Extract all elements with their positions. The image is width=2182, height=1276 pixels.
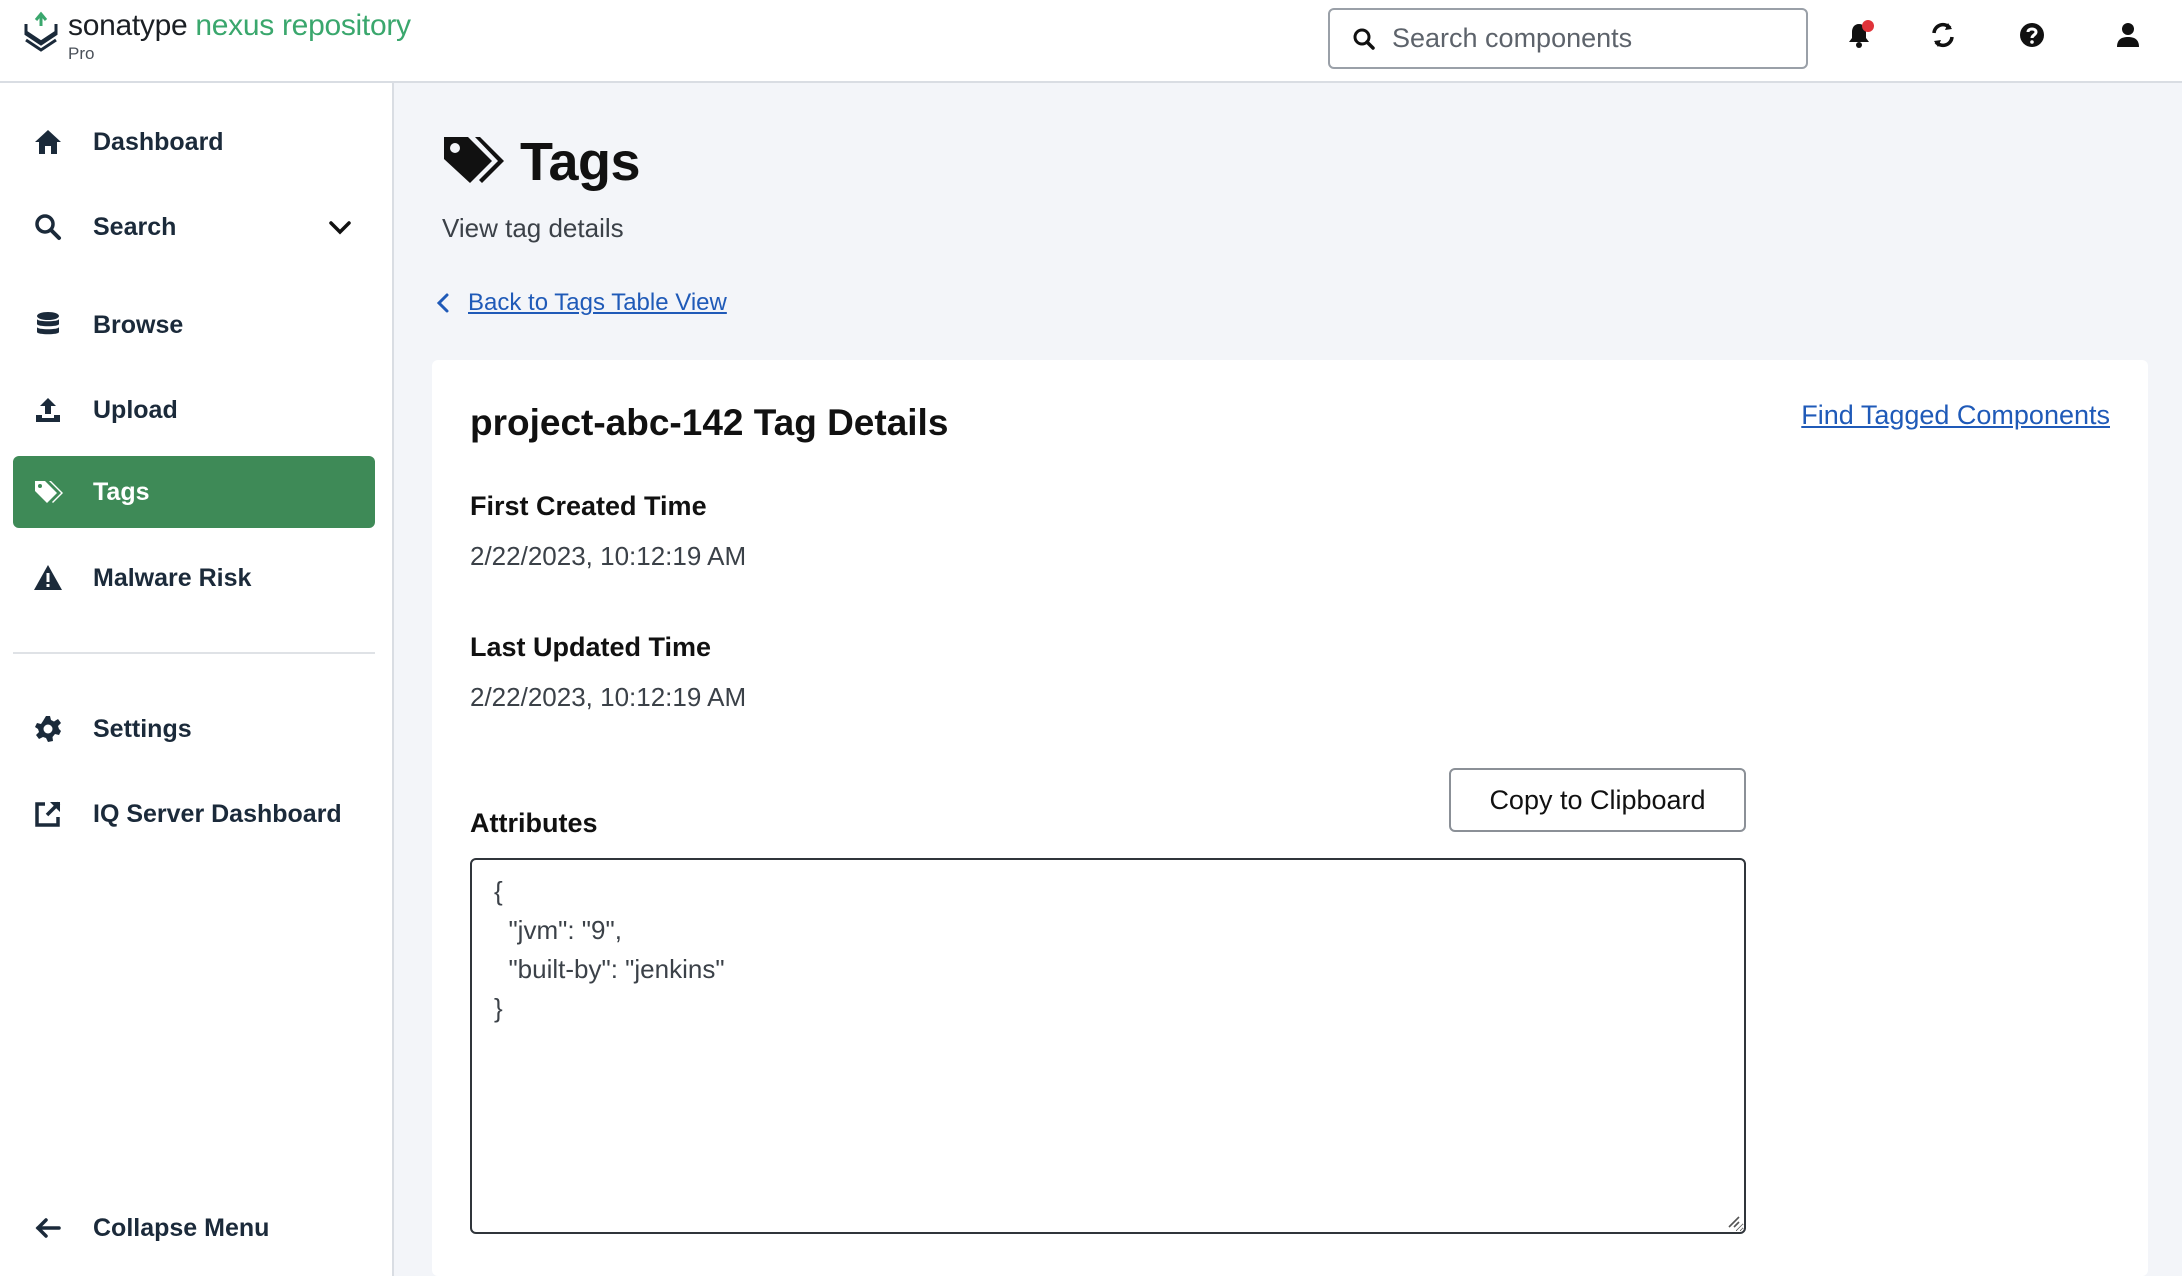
chevron-left-icon bbox=[436, 293, 449, 313]
global-search[interactable] bbox=[1328, 8, 1808, 69]
collapse-menu-button[interactable]: Collapse Menu bbox=[13, 1192, 375, 1264]
last-updated-value: 2/22/2023, 10:12:19 AM bbox=[470, 682, 747, 712]
sidebar-item-label: Browse bbox=[93, 310, 184, 339]
sidebar-item-browse[interactable]: Browse bbox=[13, 289, 375, 361]
sidebar-divider bbox=[13, 652, 375, 654]
sidebar-item-label: Tags bbox=[93, 477, 150, 506]
help-button[interactable] bbox=[2015, 18, 2049, 52]
sidebar-item-iq-server-dashboard[interactable]: IQ Server Dashboard bbox=[13, 778, 375, 850]
main-content: Tags View tag details Back to Tags Table… bbox=[396, 83, 2182, 1276]
find-tagged-components-link[interactable]: Find Tagged Components bbox=[1801, 400, 2110, 431]
sidebar-item-dashboard[interactable]: Dashboard bbox=[13, 106, 375, 178]
user-menu-button[interactable] bbox=[2111, 18, 2145, 52]
search-icon bbox=[1353, 28, 1375, 50]
sidebar-item-search[interactable]: Search bbox=[13, 191, 375, 263]
notification-dot bbox=[1862, 20, 1874, 32]
attributes-label: Attributes bbox=[470, 808, 598, 838]
user-icon bbox=[2117, 23, 2139, 47]
product-name: nexus repository bbox=[195, 9, 411, 42]
sidebar-item-settings[interactable]: Settings bbox=[13, 693, 375, 765]
notifications-button[interactable] bbox=[1842, 18, 1876, 52]
warning-icon bbox=[34, 565, 62, 590]
sidebar: Dashboard Search Browse Upload Tags Malw… bbox=[0, 83, 394, 1276]
tags-icon bbox=[35, 481, 63, 503]
external-link-icon bbox=[35, 801, 61, 827]
back-link-label: Back to Tags Table View bbox=[468, 289, 727, 316]
brand-name: sonatype bbox=[68, 9, 188, 42]
sonatype-logo-icon bbox=[24, 11, 58, 52]
page-header: Tags bbox=[442, 131, 641, 193]
tag-details-heading: project-abc-142 Tag Details bbox=[470, 402, 949, 443]
first-created-value: 2/22/2023, 10:12:19 AM bbox=[470, 541, 747, 571]
sidebar-item-label: Dashboard bbox=[93, 127, 224, 156]
collapse-menu-label: Collapse Menu bbox=[93, 1213, 270, 1242]
back-to-tags-link[interactable]: Back to Tags Table View bbox=[434, 289, 727, 317]
gear-icon bbox=[35, 716, 61, 742]
attributes-textarea[interactable] bbox=[470, 858, 1746, 1234]
upload-icon bbox=[36, 398, 60, 422]
first-created-label: First Created Time bbox=[470, 491, 707, 521]
search-icon bbox=[35, 214, 61, 240]
sidebar-item-label: Upload bbox=[93, 395, 178, 424]
arrow-left-icon bbox=[35, 1218, 61, 1238]
sidebar-item-upload[interactable]: Upload bbox=[13, 374, 375, 446]
sidebar-item-label: Settings bbox=[93, 714, 192, 743]
database-icon bbox=[37, 312, 59, 335]
refresh-button[interactable] bbox=[1926, 18, 1960, 52]
sidebar-item-tags[interactable]: Tags bbox=[13, 456, 375, 528]
help-icon bbox=[2020, 23, 2044, 47]
chevron-down-icon[interactable] bbox=[327, 215, 353, 241]
search-input[interactable] bbox=[1392, 23, 1792, 54]
edition-label: Pro bbox=[68, 44, 95, 63]
last-updated-label: Last Updated Time bbox=[470, 632, 712, 662]
app-logo[interactable]: sonatype nexus repository Pro bbox=[22, 10, 411, 64]
copy-to-clipboard-button[interactable]: Copy to Clipboard bbox=[1449, 768, 1746, 832]
sidebar-item-label: Search bbox=[93, 212, 177, 241]
home-icon bbox=[35, 130, 61, 154]
tags-icon bbox=[444, 137, 504, 183]
sidebar-item-label: IQ Server Dashboard bbox=[93, 799, 342, 828]
resize-handle-icon[interactable] bbox=[1725, 1213, 1741, 1229]
tag-details-card: project-abc-142 Tag Details Find Tagged … bbox=[432, 360, 2148, 1276]
top-bar: sonatype nexus repository Pro bbox=[0, 0, 2182, 83]
sidebar-item-label: Malware Risk bbox=[93, 563, 252, 592]
page-title: Tags bbox=[520, 132, 641, 192]
sidebar-item-malware-risk[interactable]: Malware Risk bbox=[13, 542, 375, 614]
refresh-icon bbox=[1932, 22, 1954, 48]
page-subtitle: View tag details bbox=[442, 213, 624, 243]
